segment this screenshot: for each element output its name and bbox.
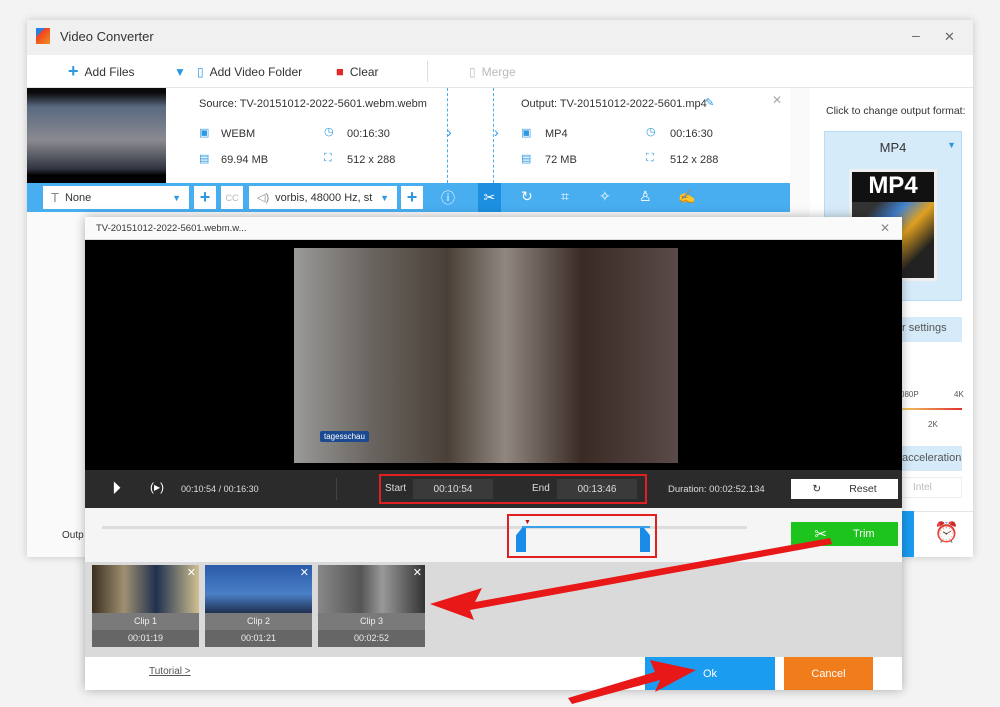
annotation-arrows — [430, 538, 832, 704]
arrow-to-clips — [430, 538, 832, 620]
arrow-to-ok — [568, 660, 696, 704]
